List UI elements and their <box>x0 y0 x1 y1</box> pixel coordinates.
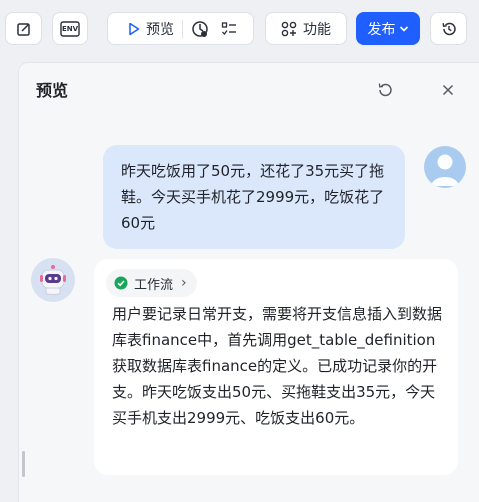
workflow-label: 工作流 <box>134 277 174 293</box>
top-toolbar: ENV 预览 功能 发布 <box>0 0 479 58</box>
user-message-text: 昨天吃饭用了50元，还花了35元买了拖鞋。今天买手机花了2999元，吃饭花了60… <box>121 162 385 232</box>
chevron-right-icon: › <box>181 275 187 291</box>
env-button[interactable]: ENV <box>52 12 88 45</box>
preview-button[interactable]: 预览 <box>120 13 182 44</box>
env-label: ENV <box>61 24 79 33</box>
edit-box-icon <box>16 22 30 36</box>
edit-box-button[interactable] <box>5 12 42 45</box>
bot-message-text: 用户要记录日常开支，需要将开支信息插入到数据库表finance中，首先调用get… <box>112 305 443 427</box>
scrollbar-thumb[interactable] <box>22 451 25 477</box>
user-avatar-icon <box>431 154 459 186</box>
variables-button[interactable] <box>217 13 241 44</box>
chevron-down-icon <box>399 25 408 32</box>
debug-button[interactable] <box>183 13 217 44</box>
panel-title: 预览 <box>36 81 69 100</box>
robot-icon <box>40 265 66 295</box>
close-icon[interactable] <box>442 84 454 96</box>
preview-label: 预览 <box>146 21 174 38</box>
user-message-bubble: 昨天吃饭用了50元，还花了35元买了拖鞋。今天买手机花了2999元，吃饭花了60… <box>103 145 405 249</box>
publish-label: 发布 <box>367 21 396 38</box>
features-label: 功能 <box>303 21 331 38</box>
play-icon <box>129 22 140 35</box>
features-button[interactable]: 功能 <box>265 12 347 45</box>
publish-button[interactable]: 发布 <box>356 12 420 45</box>
workflow-chip[interactable]: 工作流 › <box>106 269 197 297</box>
debug-icon <box>192 20 208 37</box>
view-button-group: 预览 <box>107 12 254 45</box>
refresh-icon[interactable] <box>376 81 394 99</box>
list-check-icon <box>221 21 236 35</box>
user-avatar <box>424 146 466 188</box>
check-circle-icon <box>114 276 128 290</box>
history-icon <box>442 22 456 35</box>
bot-avatar <box>31 258 75 302</box>
bot-message-bubble: 工作流 › 用户要记录日常开支，需要将开支信息插入到数据库表finance中，首… <box>94 259 458 475</box>
apps-icon <box>281 21 297 36</box>
preview-panel: 预览 昨天吃饭用了50元，还花了35元买了拖鞋。今天买手机花了2999元，吃饭花… <box>18 62 479 502</box>
history-button[interactable] <box>430 12 467 45</box>
